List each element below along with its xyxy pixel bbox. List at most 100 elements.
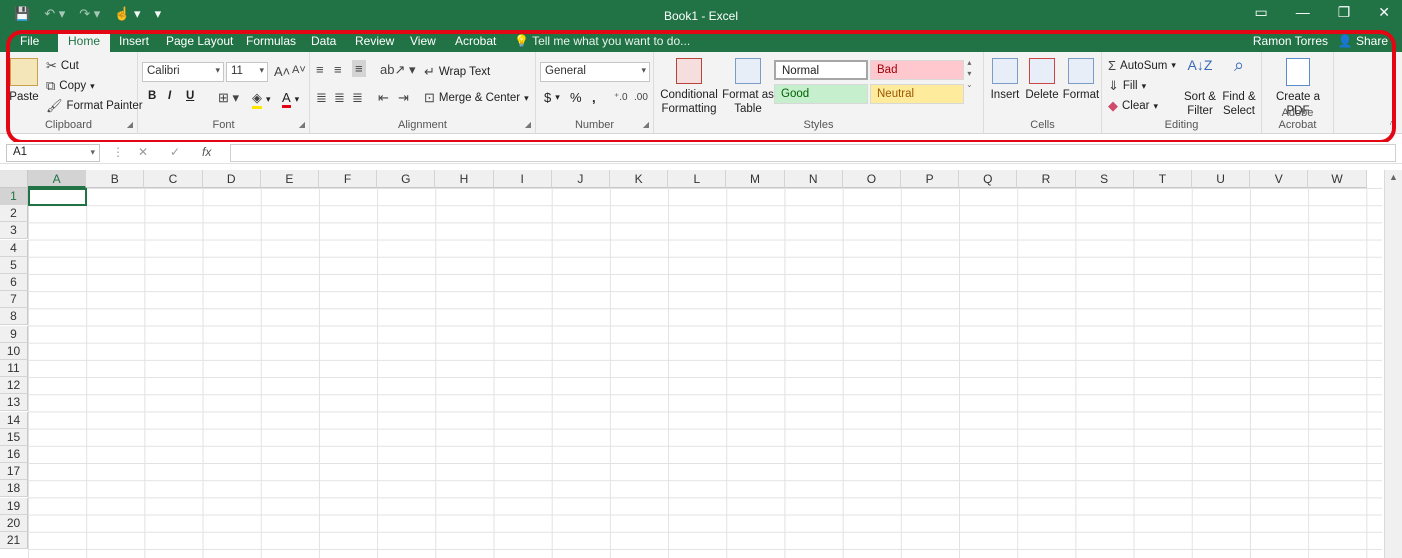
dialog-launcher-icon[interactable]: ◢ [127, 120, 133, 129]
increase-decimal-button[interactable]: ⁺.0 [614, 92, 628, 103]
increase-indent-button[interactable]: ⇥ [398, 90, 409, 106]
row-header[interactable]: 7 [0, 291, 28, 309]
column-header[interactable]: P [901, 170, 960, 188]
column-header[interactable]: C [144, 170, 203, 188]
increase-font-button[interactable]: A˄ [274, 64, 290, 79]
row-header[interactable]: 5 [0, 256, 28, 274]
font-color-button[interactable]: A ▾ [282, 90, 299, 108]
column-header[interactable]: E [260, 170, 319, 188]
row-header[interactable]: 12 [0, 377, 28, 395]
dialog-launcher-icon[interactable]: ◢ [643, 120, 649, 129]
ribbon-display-options-icon[interactable]: ▭ [1254, 4, 1267, 21]
tab-insert[interactable]: Insert [119, 34, 149, 48]
column-header[interactable]: L [668, 170, 727, 188]
decrease-font-button[interactable]: A˅ [292, 64, 306, 76]
close-icon[interactable]: ✕ [1378, 4, 1390, 21]
row-header[interactable]: 1 [0, 188, 28, 205]
fill-color-button[interactable]: ◈ ▾ [252, 90, 271, 109]
row-header[interactable]: 2 [0, 205, 28, 223]
vertical-scrollbar[interactable]: ▲ [1384, 170, 1402, 558]
row-header[interactable]: 13 [0, 394, 28, 412]
insert-function-button[interactable]: fx [202, 145, 211, 159]
comma-button[interactable]: , [592, 90, 596, 105]
cancel-icon[interactable]: ✕ [138, 145, 148, 159]
active-cell[interactable] [28, 188, 87, 206]
column-header[interactable]: S [1075, 170, 1134, 188]
formula-input[interactable] [230, 144, 1396, 162]
merge-center-button[interactable]: ⊡ Merge & Center ▾ [424, 90, 529, 106]
bold-button[interactable]: B [148, 90, 156, 102]
column-header[interactable]: R [1017, 170, 1076, 188]
row-header[interactable]: 4 [0, 239, 28, 257]
orientation-button[interactable]: ab↗ ▾ [380, 62, 416, 78]
column-header[interactable]: G [377, 170, 436, 188]
tell-me-search[interactable]: 💡 Tell me what you want to do... [514, 34, 690, 48]
delete-cells-button[interactable]: Delete [1024, 58, 1060, 102]
align-left-button[interactable]: ≣ [316, 90, 327, 106]
row-header[interactable]: 10 [0, 342, 28, 360]
share-button[interactable]: 👤 Share [1338, 34, 1388, 48]
minimize-icon[interactable]: — [1296, 4, 1310, 21]
row-header[interactable]: 15 [0, 428, 28, 446]
cell-area[interactable] [28, 188, 1382, 558]
column-header[interactable]: I [493, 170, 552, 188]
clear-button[interactable]: ◆ Clear ▾ [1108, 98, 1158, 114]
column-header[interactable]: V [1250, 170, 1309, 188]
row-header[interactable]: 19 [0, 497, 28, 515]
row-header[interactable]: 20 [0, 514, 28, 532]
decrease-indent-button[interactable]: ⇤ [378, 90, 389, 106]
copy-button[interactable]: ⧉ Copy ▾ [46, 78, 95, 94]
collapse-ribbon-icon[interactable]: ˄ [1389, 119, 1394, 128]
paste-button[interactable]: Paste [8, 58, 40, 104]
bottom-align-button[interactable]: ≡ [352, 60, 366, 77]
number-format-combo[interactable]: General ▾ [540, 62, 650, 82]
italic-button[interactable]: I [168, 90, 171, 102]
restore-icon[interactable]: ❐ [1338, 4, 1351, 21]
style-bad[interactable]: Bad [870, 60, 964, 80]
column-header[interactable]: M [726, 170, 785, 188]
style-good[interactable]: Good [774, 84, 868, 104]
row-header[interactable]: 11 [0, 360, 28, 377]
font-name-combo[interactable]: Calibri ▾ [142, 62, 224, 82]
insert-cells-button[interactable]: Insert [988, 58, 1022, 102]
find-select-button[interactable]: ⌕ Find & Select [1220, 56, 1258, 118]
tab-data[interactable]: Data [311, 34, 336, 48]
style-neutral[interactable]: Neutral [870, 84, 964, 104]
format-cells-button[interactable]: Format [1062, 58, 1100, 102]
format-as-table-button[interactable]: Format as Table [722, 58, 774, 116]
wrap-text-button[interactable]: ↵ Wrap Text [424, 64, 490, 80]
fill-button[interactable]: ⇓ Fill ▾ [1108, 78, 1146, 94]
row-header[interactable]: 21 [0, 532, 28, 549]
column-header[interactable]: K [610, 170, 669, 188]
tab-page-layout[interactable]: Page Layout [166, 34, 233, 48]
center-button[interactable]: ≣ [334, 90, 345, 106]
row-header[interactable]: 8 [0, 308, 28, 326]
tab-view[interactable]: View [410, 34, 436, 48]
align-right-button[interactable]: ≣ [352, 90, 363, 106]
tab-file[interactable]: File [20, 34, 39, 48]
column-header[interactable]: O [842, 170, 901, 188]
row-header[interactable]: 3 [0, 222, 28, 240]
column-header[interactable]: T [1133, 170, 1192, 188]
borders-button[interactable]: ⊞ ▾ [218, 90, 239, 106]
column-header[interactable]: W [1308, 170, 1367, 188]
currency-button[interactable]: $ ▾ [544, 90, 560, 105]
decrease-decimal-button[interactable]: .00 [634, 92, 648, 103]
column-header[interactable]: F [319, 170, 378, 188]
autosum-button[interactable]: Σ AutoSum ▾ [1108, 58, 1176, 73]
top-align-button[interactable]: ≡ [316, 62, 324, 77]
tab-home[interactable]: Home [58, 30, 111, 52]
scroll-up-icon[interactable]: ▲ [1389, 172, 1398, 182]
row-header[interactable]: 9 [0, 325, 28, 343]
tab-acrobat[interactable]: Acrobat [455, 34, 496, 48]
tab-formulas[interactable]: Formulas [246, 34, 296, 48]
style-normal[interactable]: Normal [774, 60, 868, 80]
row-header[interactable]: 14 [0, 411, 28, 429]
tab-review[interactable]: Review [355, 34, 394, 48]
font-size-combo[interactable]: 11 ▾ [226, 62, 268, 82]
column-header[interactable]: N [784, 170, 843, 188]
column-header[interactable]: Q [959, 170, 1018, 188]
column-header[interactable]: D [202, 170, 261, 188]
conditional-formatting-button[interactable]: Conditional Formatting [658, 58, 720, 116]
row-header[interactable]: 18 [0, 480, 28, 498]
